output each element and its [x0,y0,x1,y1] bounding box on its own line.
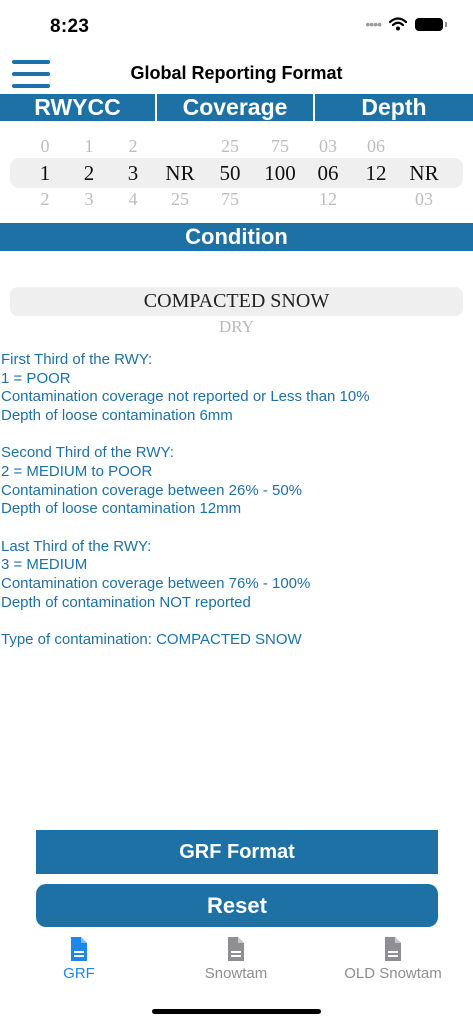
document-icon [228,937,244,961]
report-line: Depth of loose contamination 12mm [1,500,242,518]
coverage-header: Coverage [157,94,315,121]
tab-bar: GRF Snowtam OLD Snowtam [0,936,473,992]
report-line: Contamination coverage between 26% - 50% [1,481,303,499]
status-time: 8:23 [50,16,90,37]
report-line: Depth of contamination NOT reported [1,593,251,611]
report-line: Contamination coverage not reported or L… [1,388,370,406]
picker-wheel-depth-2[interactable]: 06 12 [351,135,401,211]
document-icon [71,937,87,961]
report-line: Depth of loose contamination 6mm [1,406,233,424]
tab-old-snowtam[interactable]: OLD Snowtam [318,936,468,982]
condition-picker[interactable]: COMPACTED SNOW [10,287,463,316]
report-line: 2 = MEDIUM to POOR [1,462,153,480]
picker-wheel-depth-3[interactable]: NR 03 [399,135,449,211]
report-line: Second Third of the RWY: [1,444,174,462]
document-icon [385,937,401,961]
tab-label: Snowtam [204,965,268,982]
condition-header: Condition [0,223,473,251]
wifi-icon [389,17,407,31]
battery-icon [415,17,447,31]
report-line: 3 = MEDIUM [1,556,88,574]
grf-report: First Third of the RWY: 1 = POOR Contami… [1,351,370,650]
contamination-type: Type of contamination: COMPACTED SNOW [1,631,302,649]
picker-wheel-rwycc-1[interactable]: 0 1 2 [20,135,70,211]
report-line: First Third of the RWY: [1,351,153,368]
value-picker[interactable]: 0 1 2 1 2 3 2 3 4 NR 25 25 50 75 75 100 … [0,135,473,210]
rwycc-header: RWYCC [0,94,157,121]
column-header-band: RWYCC Coverage Depth [0,94,473,121]
picker-wheel-depth-1[interactable]: 03 06 12 [303,135,353,211]
report-line: Last Third of the RWY: [1,537,152,555]
grf-format-button[interactable]: GRF Format [36,830,438,874]
report-line: 1 = POOR [1,369,71,387]
depth-header: Depth [361,94,427,120]
status-indicators: •••• [365,16,447,32]
picker-wheel-coverage-2[interactable]: 25 50 75 [205,135,255,211]
tab-label: GRF [63,965,95,982]
condition-picker-next-option[interactable]: DRY [0,317,473,337]
tab-grf[interactable]: GRF [4,936,154,982]
picker-wheel-coverage-3[interactable]: 75 100 [255,135,305,211]
picker-wheel-rwycc-2[interactable]: 1 2 3 [64,135,114,211]
page-title: Global Reporting Format [130,63,343,83]
tab-snowtam[interactable]: Snowtam [161,936,311,982]
tab-label: OLD Snowtam [344,965,442,982]
report-line: Contamination coverage between 76% - 100… [1,574,311,592]
reset-button[interactable]: Reset [36,884,438,927]
home-indicator [152,1009,321,1014]
picker-wheel-coverage-1[interactable]: NR 25 [155,135,205,211]
picker-wheel-rwycc-3[interactable]: 2 3 4 [108,135,158,211]
cellular-signal-icon: •••• [365,16,382,32]
